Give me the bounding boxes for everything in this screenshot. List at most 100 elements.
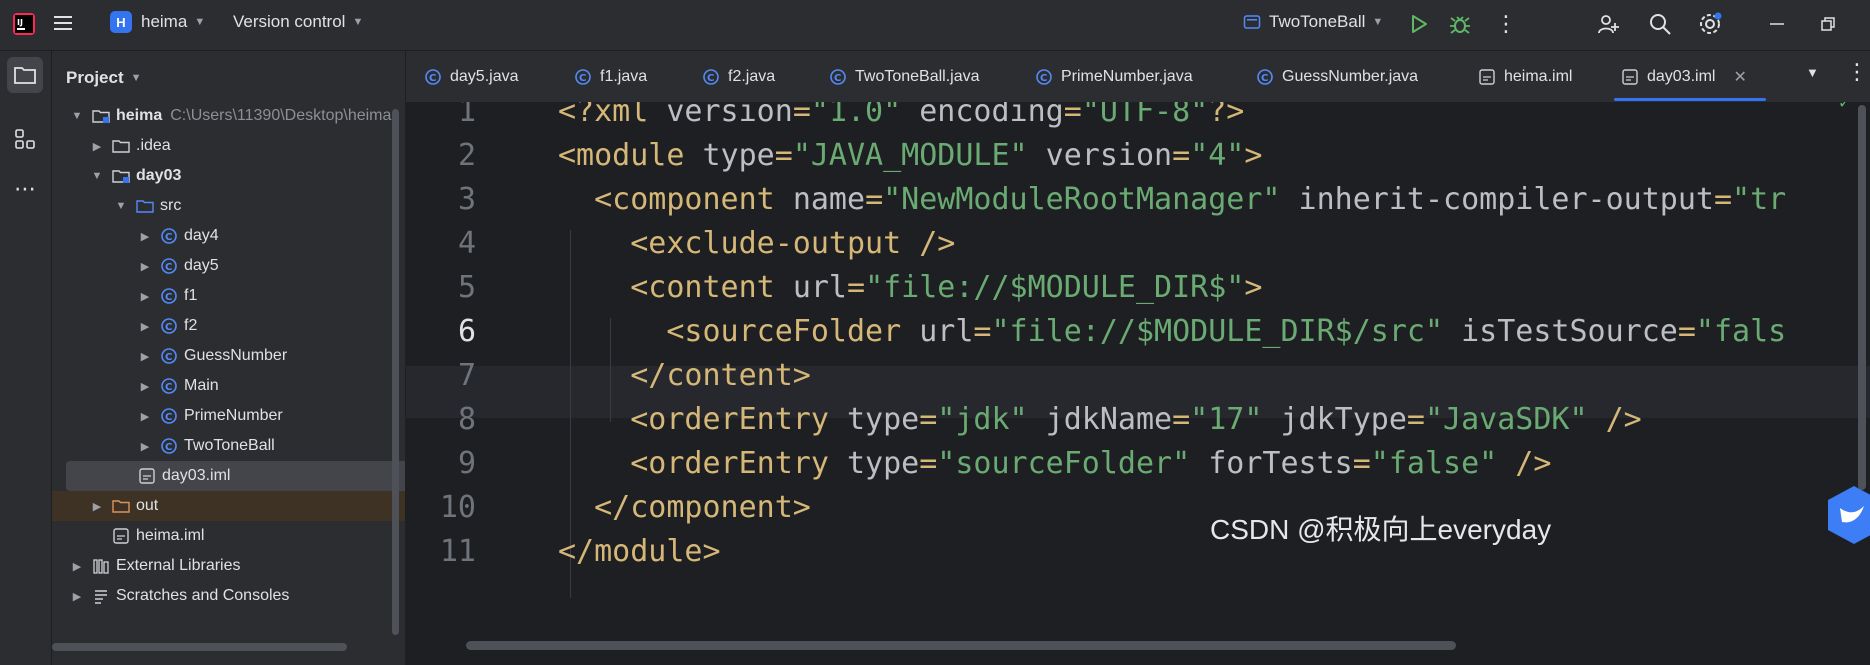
code-token: </component> [558, 490, 811, 525]
chevron-right-icon[interactable]: ▶ [138, 319, 152, 333]
chevron-down-icon[interactable]: ▼ [90, 169, 104, 183]
project-panel-header[interactable]: Project ▼ [66, 68, 142, 88]
chevron-right-icon[interactable]: ▶ [90, 499, 104, 513]
tree-item-label: out [136, 497, 159, 514]
class-icon: C [160, 377, 178, 395]
tree-item-label: External Libraries [116, 557, 241, 574]
project-vertical-scrollbar[interactable] [392, 109, 399, 635]
tree-item-main[interactable]: ▶ C Main [52, 371, 405, 401]
code-token: ?> [1208, 102, 1245, 129]
tab-day5-java[interactable]: C day5.java [424, 51, 519, 102]
project-tool-button[interactable] [7, 57, 43, 93]
tree-item-scratches[interactable]: ▶ Scratches and Consoles [52, 581, 405, 611]
code-token: = [847, 270, 866, 305]
chevron-right-icon[interactable]: ▶ [138, 289, 152, 303]
debug-button[interactable] [1449, 13, 1471, 35]
tree-item-day03-iml[interactable]: day03.iml [66, 461, 405, 491]
tree-item-src[interactable]: ▼ src [52, 191, 405, 221]
tree-item-twotoneball[interactable]: ▶ C TwoToneBall [52, 431, 405, 461]
code-token: = [1352, 446, 1371, 481]
project-panel: Project ▼ ▼ heima C:\Users\11390\Desktop… [52, 51, 406, 665]
tree-item-f2[interactable]: ▶ C f2 [52, 311, 405, 341]
chevron-right-icon[interactable]: ▶ [138, 379, 152, 393]
project-badge: H [110, 11, 132, 33]
code-token: > [1244, 138, 1263, 173]
run-button[interactable] [1408, 13, 1430, 35]
more-actions-button[interactable]: ⋮ [1495, 11, 1517, 37]
project-switcher[interactable]: H heima ▼ [110, 11, 205, 33]
restore-button[interactable] [1818, 14, 1838, 34]
chevron-right-icon[interactable]: ▶ [70, 589, 84, 603]
tree-item-label: heima [116, 107, 163, 124]
folder-icon [14, 67, 36, 84]
tree-item-day4[interactable]: ▶ C day4 [52, 221, 405, 251]
run-config-selector[interactable]: TwoToneBall ▼ [1243, 12, 1383, 32]
tree-item-primenumber[interactable]: ▶ C PrimeNumber [52, 401, 405, 431]
chevron-right-icon[interactable]: ▶ [138, 409, 152, 423]
tree-item-idea[interactable]: ▶ .idea [52, 131, 405, 161]
chevron-down-icon[interactable]: ▼ [114, 199, 128, 213]
chevron-down-icon[interactable]: ▼ [70, 109, 84, 123]
code-token: = [1172, 402, 1191, 437]
tree-item-out[interactable]: ▶ out [52, 491, 405, 521]
editor-horizontal-scrollbar[interactable] [466, 641, 1456, 650]
tab-list-button[interactable]: ▼ [1806, 65, 1819, 80]
editor-vertical-scrollbar[interactable] [1858, 105, 1866, 490]
tree-item-label: src [160, 197, 182, 214]
tab-label: heima.iml [1504, 67, 1573, 85]
tab-label: GuessNumber.java [1282, 67, 1419, 85]
tree-item-heima[interactable]: ▼ heima C:\Users\11390\Desktop\heima [52, 101, 405, 131]
class-icon: C [160, 407, 178, 425]
tab-heima-iml[interactable]: heima.iml [1478, 51, 1572, 102]
tab-label: TwoToneBall.java [855, 67, 980, 85]
project-horizontal-scrollbar[interactable] [52, 643, 347, 651]
main-menu-button[interactable] [52, 12, 74, 34]
chevron-right-icon[interactable]: ▶ [138, 229, 152, 243]
tree-item-heima-iml[interactable]: heima.iml [52, 521, 405, 551]
svg-text:C: C [165, 232, 172, 243]
settings-button[interactable] [1697, 11, 1723, 37]
tab-twotoneball-java[interactable]: C TwoToneBall.java [829, 51, 980, 102]
more-tools-button[interactable]: ⋯ [7, 171, 43, 207]
svg-text:C: C [1261, 73, 1268, 84]
library-icon [92, 557, 110, 575]
code-token: inherit-compiler-output [1280, 182, 1714, 217]
structure-tool-button[interactable] [7, 121, 43, 157]
svg-text:C: C [579, 73, 586, 84]
chevron-right-icon[interactable]: ▶ [138, 259, 152, 273]
tab-guessnumber-java[interactable]: C GuessNumber.java [1256, 51, 1418, 102]
vcs-menu[interactable]: Version control ▼ [233, 12, 363, 32]
tree-item-guessnumber[interactable]: ▶ C GuessNumber [52, 341, 405, 371]
code-token: <sourceFolder [558, 314, 920, 349]
class-icon: C [160, 227, 178, 245]
tree-item-external-libraries[interactable]: ▶ External Libraries [52, 551, 405, 581]
tree-item-day5[interactable]: ▶ C day5 [52, 251, 405, 281]
code-token: "17" [1190, 402, 1263, 437]
watermark: CSDN @积极向上everyday [1210, 514, 1552, 545]
chevron-right-icon[interactable]: ▶ [90, 139, 104, 153]
tree-item-day03[interactable]: ▼ day03 [52, 161, 405, 191]
code-token: url [792, 270, 847, 305]
tab-day03-iml[interactable]: day03.iml ✕ [1621, 51, 1761, 102]
tree-item-f1[interactable]: ▶ C f1 [52, 281, 405, 311]
add-user-button[interactable] [1596, 12, 1620, 36]
code-token: = [919, 446, 938, 481]
class-icon: C [160, 437, 178, 455]
close-icon[interactable]: ✕ [1733, 67, 1746, 87]
iml-file-icon [138, 467, 156, 485]
code-editor[interactable]: 1 2 3 4 5 6 7 8 9 10 11 <?xml version="1.0" encodi… [406, 102, 1870, 665]
tab-primenumber-java[interactable]: C PrimeNumber.java [1035, 51, 1193, 102]
tab-f2-java[interactable]: C f2.java [702, 51, 775, 102]
minimize-button[interactable] [1767, 14, 1787, 34]
tab-f1-java[interactable]: C f1.java [574, 51, 647, 102]
code-line[interactable]: </module> [558, 526, 721, 578]
tab-more-button[interactable]: ⋮ [1846, 59, 1868, 85]
chevron-right-icon[interactable]: ▶ [70, 559, 84, 573]
app-logo-icon[interactable]: IJ [12, 12, 36, 36]
chevron-right-icon[interactable]: ▶ [138, 349, 152, 363]
chevron-right-icon[interactable]: ▶ [138, 439, 152, 453]
search-button[interactable] [1648, 12, 1672, 36]
structure-icon [15, 129, 35, 149]
assistant-floating-button[interactable] [1826, 484, 1870, 546]
tree-item-label: day5 [184, 257, 219, 274]
